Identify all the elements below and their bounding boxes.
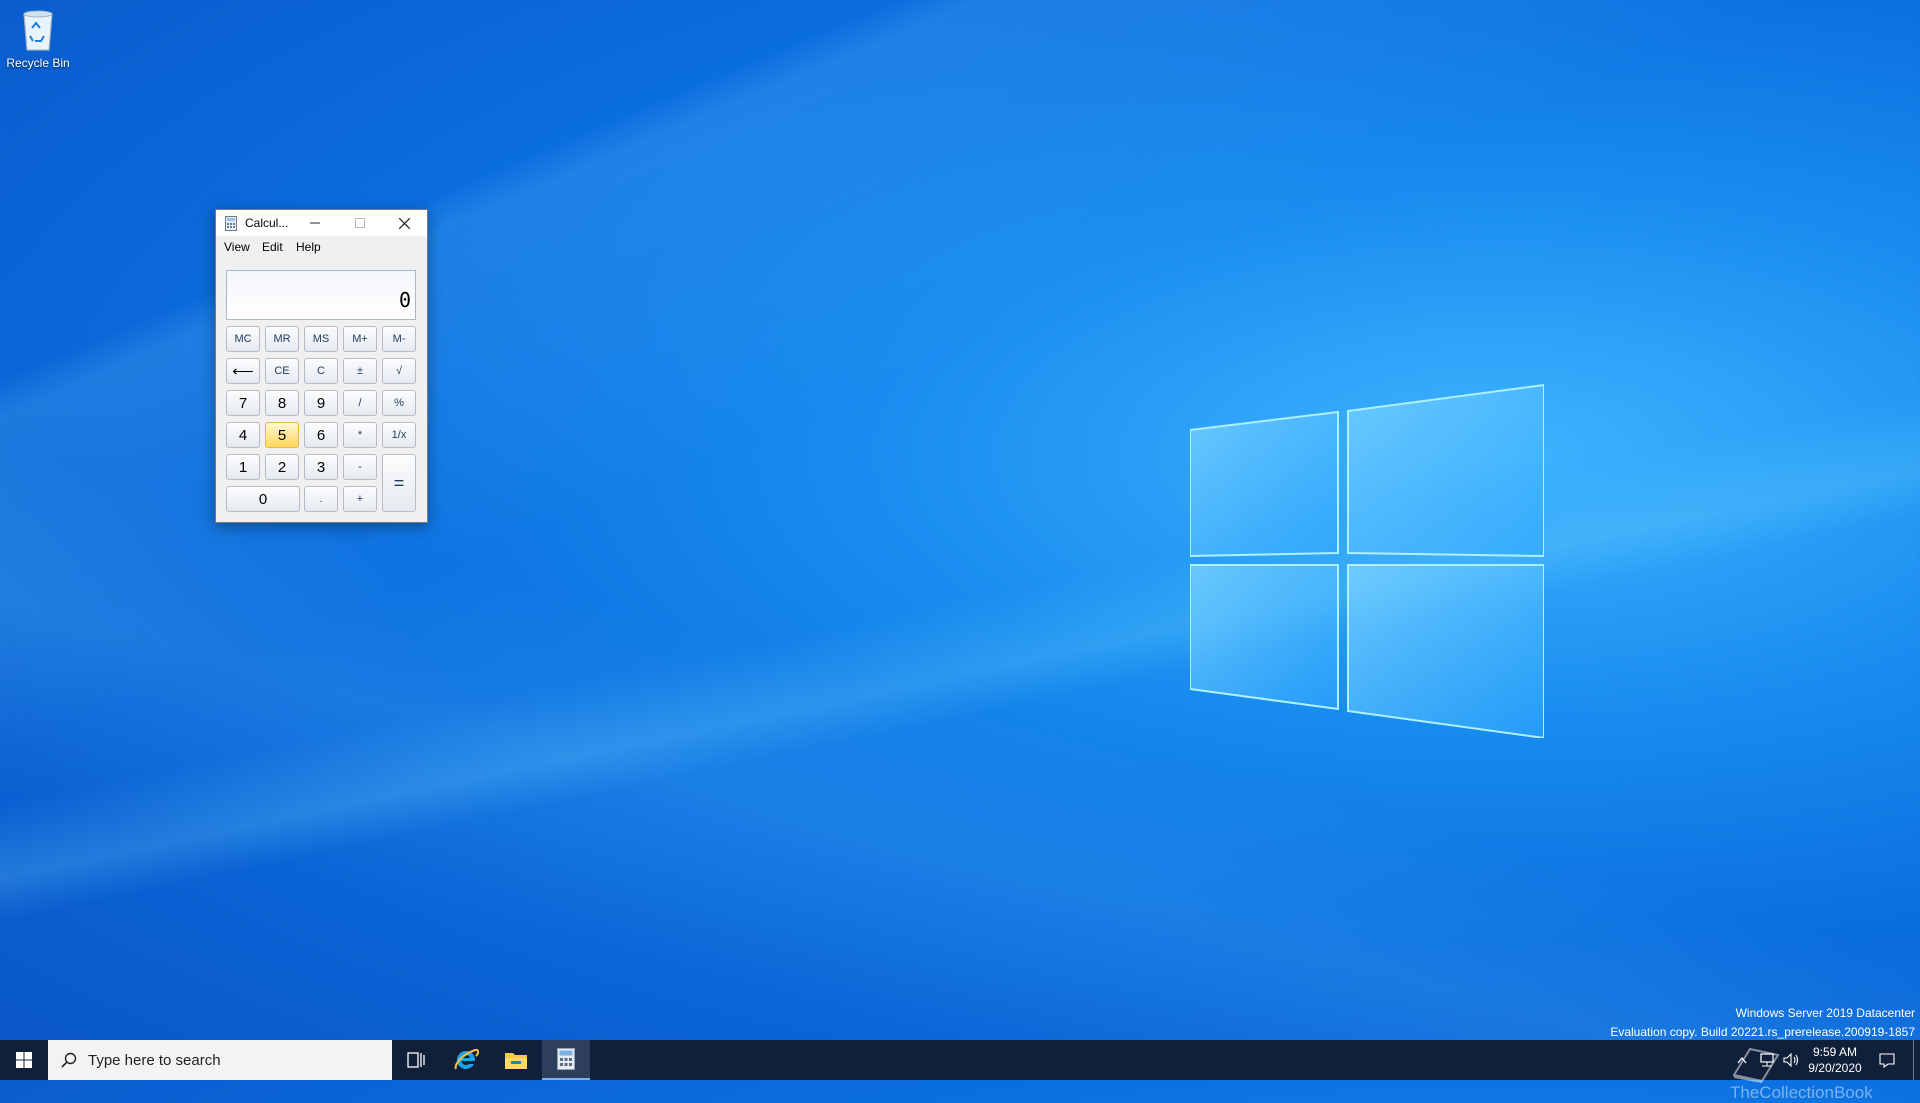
memory-store-button[interactable]: MS — [304, 326, 338, 352]
multiply-button[interactable]: * — [343, 422, 377, 448]
digit-6-button[interactable]: 6 — [304, 422, 338, 448]
menu-view[interactable]: View — [224, 240, 250, 254]
overlay-watermark: TheCollectionBook — [1730, 1045, 1920, 1103]
book-icon — [1732, 1047, 1780, 1083]
overlay-watermark-text: TheCollectionBook — [1730, 1083, 1873, 1102]
close-button[interactable] — [382, 210, 427, 236]
percent-button[interactable]: % — [382, 390, 416, 416]
recycle-bin-label: Recycle Bin — [6, 56, 70, 70]
reciprocal-button[interactable]: 1/x — [382, 422, 416, 448]
decimal-button[interactable]: . — [304, 486, 338, 512]
internet-explorer-button[interactable] — [442, 1040, 490, 1080]
menu-bar: View Edit Help — [216, 236, 427, 258]
edition-watermark: Windows Server 2019 Datacenter — [1735, 1006, 1915, 1020]
digit-3-button[interactable]: 3 — [304, 454, 338, 480]
divide-button[interactable]: / — [343, 390, 377, 416]
windows-start-icon — [16, 1052, 32, 1068]
close-icon — [399, 217, 410, 229]
digit-4-button[interactable]: 4 — [226, 422, 260, 448]
background-ray — [0, 0, 1920, 1080]
backspace-button[interactable]: ⟵ — [226, 358, 260, 384]
clear-button[interactable]: C — [304, 358, 338, 384]
background-ray — [0, 0, 1920, 1080]
search-icon — [61, 1052, 77, 1068]
square-root-button[interactable]: √ — [382, 358, 416, 384]
internet-explorer-icon — [454, 1048, 479, 1070]
background-ray — [0, 0, 1920, 1080]
equals-button[interactable]: = — [382, 454, 416, 512]
add-button[interactable]: + — [343, 486, 377, 512]
recycle-bin-shortcut[interactable]: Recycle Bin — [4, 6, 72, 70]
search-placeholder: Type here to search — [88, 1052, 221, 1069]
title-bar[interactable]: Calcul... — [216, 210, 427, 236]
calculator-window[interactable]: Calcul... View Edit Help 0 MC MR MS M+ M… — [215, 209, 428, 523]
maximize-button[interactable] — [337, 210, 382, 236]
digit-9-button[interactable]: 9 — [304, 390, 338, 416]
digit-8-button[interactable]: 8 — [265, 390, 299, 416]
minimize-icon — [309, 222, 320, 224]
task-view-icon — [407, 1052, 425, 1068]
digit-7-button[interactable]: 7 — [226, 390, 260, 416]
taskbar: Type here to search 9:59 AM 9/20/2020 — [0, 1040, 1920, 1080]
negate-button[interactable]: ± — [343, 358, 377, 384]
start-button[interactable] — [0, 1040, 48, 1080]
calculator-taskbar-button[interactable] — [542, 1040, 590, 1080]
window-title: Calcul... — [245, 216, 289, 230]
task-view-button[interactable] — [392, 1040, 440, 1080]
digit-0-button[interactable]: 0 — [226, 486, 300, 512]
calculator-display: 0 — [226, 270, 416, 320]
maximize-icon — [354, 218, 365, 228]
display-value: 0 — [398, 288, 411, 312]
taskbar-search-box[interactable]: Type here to search — [48, 1040, 392, 1080]
memory-add-button[interactable]: M+ — [343, 326, 377, 352]
digit-1-button[interactable]: 1 — [226, 454, 260, 480]
digit-2-button[interactable]: 2 — [265, 454, 299, 480]
file-explorer-button[interactable] — [492, 1040, 540, 1080]
memory-recall-button[interactable]: MR — [265, 326, 299, 352]
memory-subtract-button[interactable]: M- — [382, 326, 416, 352]
calculator-icon — [225, 216, 237, 231]
folder-icon — [505, 1053, 527, 1069]
clear-entry-button[interactable]: CE — [265, 358, 299, 384]
minimize-button[interactable] — [292, 210, 337, 236]
menu-edit[interactable]: Edit — [262, 240, 283, 254]
windows-logo-wallpaper — [1190, 383, 1544, 738]
subtract-button[interactable]: - — [343, 454, 377, 480]
recycle-bin-icon — [23, 10, 53, 51]
memory-clear-button[interactable]: MC — [226, 326, 260, 352]
build-watermark: Evaluation copy. Build 20221.rs_prerelea… — [1610, 1025, 1915, 1039]
menu-help[interactable]: Help — [296, 240, 321, 254]
calculator-app-icon — [557, 1048, 575, 1070]
digit-5-button[interactable]: 5 — [265, 422, 299, 448]
